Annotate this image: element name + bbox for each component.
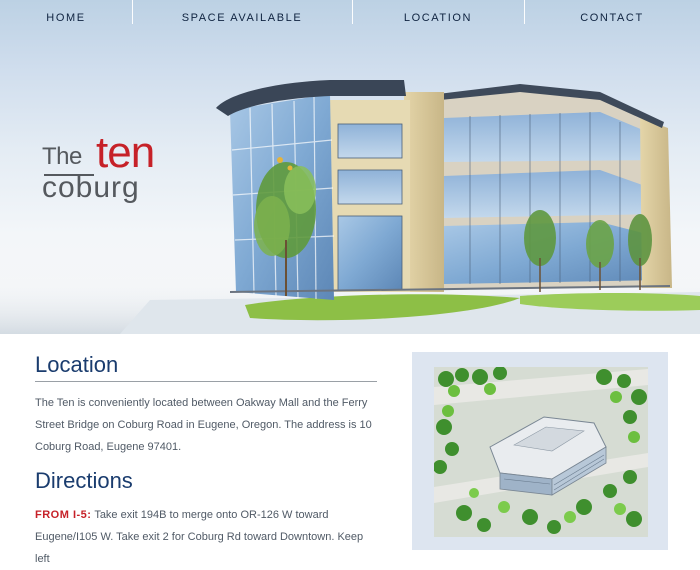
main-content: Location The Ten is conveniently located… [0, 334, 700, 565]
from-i5-label: FROM I-5: [35, 509, 92, 521]
aerial-rendering [434, 367, 648, 537]
nav-contact[interactable]: CONTACT [524, 0, 700, 36]
directions-text: FROM I-5: Take exit 194B to merge onto O… [35, 504, 380, 570]
main-nav: HOME SPACE AVAILABLE LOCATION CONTACT [0, 0, 700, 36]
directions-heading: Directions [35, 468, 133, 493]
logo-ten: ten [96, 128, 155, 177]
location-text: The Ten is conveniently located between … [35, 397, 372, 453]
logo-coburg: coburg [42, 171, 140, 204]
location-heading: Location [35, 352, 119, 377]
nav-space-available[interactable]: SPACE AVAILABLE [132, 0, 352, 36]
logo-the: The [42, 143, 82, 170]
aerial-image-frame [412, 352, 668, 550]
heading-divider [35, 381, 377, 382]
hero-banner: The ten coburg [0, 0, 700, 334]
nav-location[interactable]: LOCATION [352, 0, 524, 36]
site-logo[interactable]: The ten coburg [42, 131, 182, 211]
nav-home[interactable]: HOME [0, 0, 132, 36]
